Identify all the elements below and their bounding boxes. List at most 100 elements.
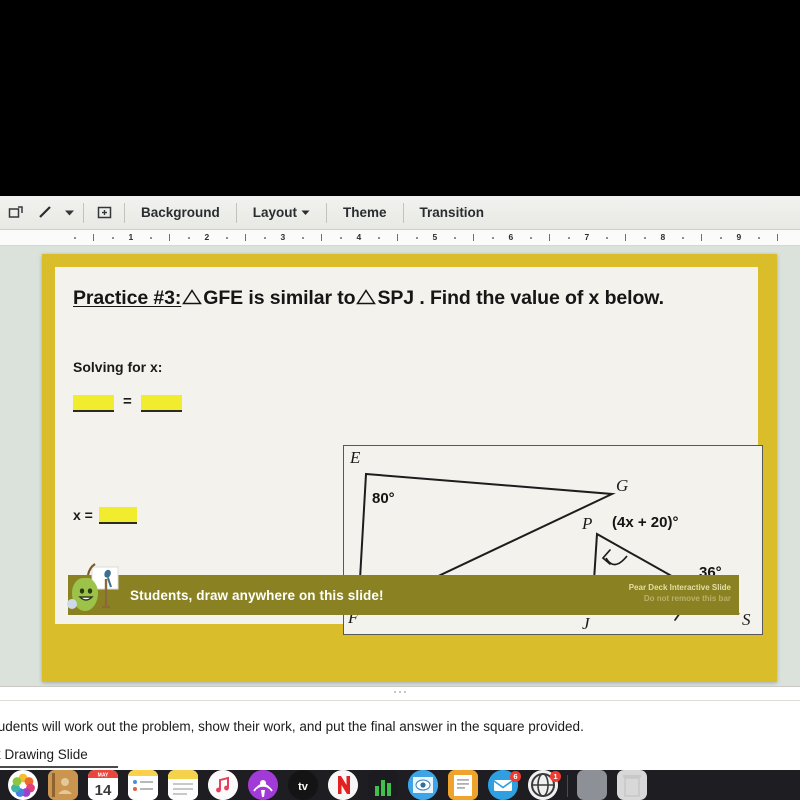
dock-item-contacts[interactable]: [44, 770, 82, 800]
dock-item-music[interactable]: [204, 770, 242, 800]
dock-item-netflix[interactable]: [324, 770, 362, 800]
ruler-half-tick: [245, 234, 246, 241]
notes-text-line2: k Drawing Slide: [0, 747, 88, 762]
ruler-half-tick: [777, 234, 778, 241]
netflix-icon: [328, 770, 358, 800]
photos-icon: [8, 770, 38, 800]
reminders-icon: [168, 770, 198, 800]
ruler-minor-dot: [340, 237, 342, 239]
pane-drag-handle[interactable]: [394, 691, 406, 693]
proportion-left-blank[interactable]: [73, 395, 114, 412]
ruler-half-tick: [397, 234, 398, 241]
dock-item-reminders[interactable]: [164, 770, 202, 800]
dock-item-photos[interactable]: [4, 770, 42, 800]
ruler-number: 3: [280, 232, 286, 242]
dock-item-numbers[interactable]: [364, 770, 402, 800]
solving-for-x-label: Solving for x:: [73, 359, 163, 375]
dock-item-mail[interactable]: 6: [484, 770, 522, 800]
shape-tool-icon[interactable]: [0, 196, 30, 229]
proportion-equals-sign: =: [123, 393, 132, 410]
ruler-half-tick: [321, 234, 322, 241]
proportion-row: =: [73, 393, 182, 412]
screenshot-root: Background Layout Theme Transition 1 2 3 4 5…: [0, 0, 800, 800]
peardeck-message: Students, draw anywhere on this slide!: [130, 587, 384, 603]
macos-dock[interactable]: MAY 14 tv 6 1: [0, 770, 800, 800]
triangle-symbol-1: [182, 288, 203, 311]
peardeck-brand-line1: Pear Deck Interactive Slide: [628, 583, 731, 592]
answer-blank-box[interactable]: [98, 507, 137, 524]
dock-item-pages[interactable]: [444, 770, 482, 800]
dock-item-tv[interactable]: tv: [284, 770, 322, 800]
dock-item-trash[interactable]: [613, 770, 651, 800]
dock-item-downloads[interactable]: [573, 770, 611, 800]
ruler-minor-dot: [188, 237, 190, 239]
toolbar-background-button[interactable]: Background: [130, 196, 231, 229]
vertex-label-S: S: [742, 610, 751, 629]
numbers-icon: [368, 770, 398, 800]
toolbar-theme-button[interactable]: Theme: [332, 196, 398, 229]
ruler-minor-dot: [454, 237, 456, 239]
toolbar-layout-button[interactable]: Layout: [242, 196, 321, 229]
notes-app-icon: [128, 770, 158, 800]
display-bezel-top: [0, 0, 800, 196]
toolbar-divider-4: [326, 202, 328, 223]
ruler-minor-dot: [416, 237, 418, 239]
angle-arrow-P: [601, 549, 628, 566]
ruler-minor-dot: [568, 237, 570, 239]
slide-frame[interactable]: Practice #3: GFE is similar to SPJ . Find …: [42, 254, 777, 771]
vertex-label-J: J: [582, 614, 590, 633]
ruler-minor-dot: [720, 237, 722, 239]
tv-icon: tv: [288, 770, 318, 800]
ruler-minor-dot: [112, 237, 114, 239]
proportion-right-blank[interactable]: [140, 395, 182, 412]
insert-textbox-icon[interactable]: [89, 196, 119, 229]
dock-item-preview[interactable]: [404, 770, 442, 800]
line-tool-dropdown-icon[interactable]: [60, 196, 78, 229]
slide-content: Practice #3: GFE is similar to SPJ . Find …: [55, 267, 763, 771]
ruler-minor-dot: [758, 237, 760, 239]
peardeck-brand: Pear Deck Interactive Slide Do not remov…: [629, 582, 731, 604]
peardeck-bar: Students, draw anywhere on this slide! P…: [67, 563, 739, 615]
toolbar-divider-3: [235, 202, 237, 223]
calendar-icon: MAY 14: [88, 770, 118, 800]
ruler-scale: 1 2 3 4 5 6 7 8 9: [55, 230, 800, 245]
dock-item-chrome[interactable]: 1: [524, 770, 562, 800]
dock-separator: [567, 775, 568, 797]
ruler-minor-dot: [644, 237, 646, 239]
horizontal-ruler[interactable]: 1 2 3 4 5 6 7 8 9: [0, 230, 800, 246]
dock-item-podcasts[interactable]: [244, 770, 282, 800]
dock-badge-chrome: 1: [550, 771, 561, 782]
ruler-number: 8: [660, 232, 666, 242]
toolbar-layout-label: Layout: [252, 205, 298, 220]
ruler-half-tick: [169, 234, 170, 241]
svg-text:MAY: MAY: [98, 773, 109, 779]
svg-text:14: 14: [95, 782, 112, 799]
ruler-minor-dot: [682, 237, 684, 239]
ruler-minor-dot: [150, 237, 152, 239]
angle-label-4x-plus-20: (4x + 20)°: [612, 514, 679, 531]
line-tool-icon[interactable]: [30, 196, 60, 229]
triangle-symbol-2: [356, 288, 377, 311]
toolbar-transition-button[interactable]: Transition: [409, 196, 496, 229]
ruler-number: 4: [356, 232, 362, 242]
toolbar-divider-1: [83, 202, 84, 223]
downloads-icon: [577, 770, 607, 800]
speaker-notes-pane[interactable]: tudents will work out the problem, show …: [0, 686, 800, 770]
dock-item-calendar[interactable]: MAY 14: [84, 770, 122, 800]
podcasts-icon: [248, 770, 278, 800]
ruler-half-tick: [701, 234, 702, 241]
answer-row: x =: [73, 507, 137, 524]
ruler-number: 7: [584, 232, 590, 242]
ruler-minor-dot: [74, 237, 76, 239]
slides-toolbar: Background Layout Theme Transition: [0, 196, 800, 230]
notes-text-underline: [0, 766, 118, 768]
ruler-number: 2: [204, 232, 210, 242]
ruler-minor-dot: [378, 237, 380, 239]
trash-icon: [617, 770, 647, 800]
ruler-half-tick: [473, 234, 474, 241]
slide-title-segment-1: GFE is similar to: [203, 287, 356, 309]
notes-text-line1: tudents will work out the problem, show …: [0, 719, 584, 734]
dock-item-notes-app[interactable]: [124, 770, 162, 800]
angle-label-80: 80°: [372, 490, 395, 507]
music-icon: [208, 770, 238, 800]
